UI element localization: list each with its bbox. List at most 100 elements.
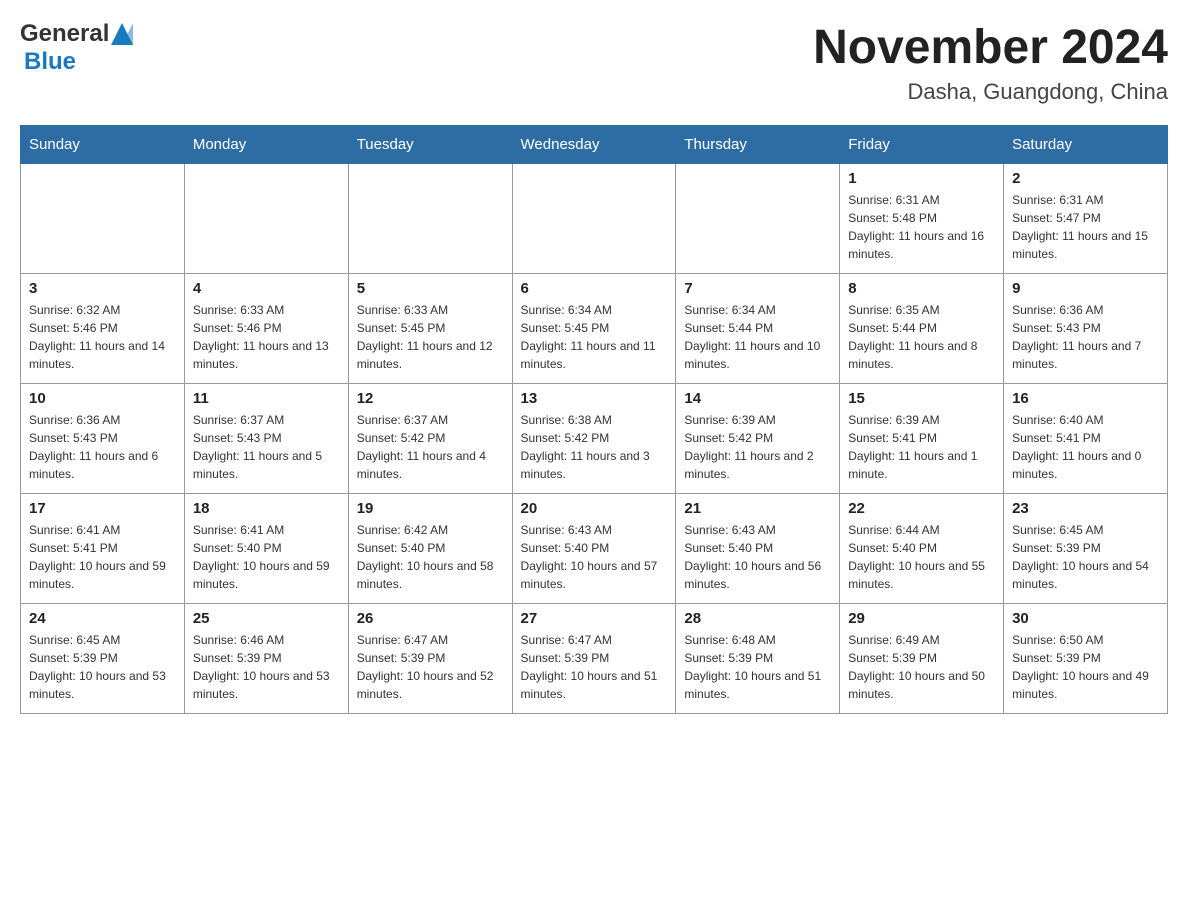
calendar-cell [21, 164, 185, 274]
calendar-cell: 14 Sunrise: 6:39 AM Sunset: 5:42 PM Dayli… [676, 384, 840, 494]
weekday-header-tuesday: Tuesday [348, 126, 512, 164]
day-info: Sunrise: 6:48 AM Sunset: 5:39 PM Dayligh… [684, 631, 831, 703]
calendar-header: SundayMondayTuesdayWednesdayThursdayFrid… [21, 126, 1168, 164]
day-number: 25 [193, 610, 340, 627]
weekday-header-friday: Friday [840, 126, 1004, 164]
day-number: 22 [848, 500, 995, 517]
day-info: Sunrise: 6:45 AM Sunset: 5:39 PM Dayligh… [29, 631, 176, 703]
day-number: 20 [521, 500, 668, 517]
calendar-cell [676, 164, 840, 274]
day-number: 6 [521, 280, 668, 297]
calendar-cell: 11 Sunrise: 6:37 AM Sunset: 5:43 PM Dayli… [184, 384, 348, 494]
day-number: 9 [1012, 280, 1159, 297]
page-header: General Blue November 2024 Dasha, Guangd… [20, 20, 1168, 105]
day-number: 7 [684, 280, 831, 297]
calendar-body: 1Sunrise: 6:31 AM Sunset: 5:48 PM Daylig… [21, 164, 1168, 714]
calendar-cell [512, 164, 676, 274]
day-number: 11 [193, 390, 340, 407]
calendar-cell: 16Sunrise: 6:40 AM Sunset: 5:41 PM Dayli… [1004, 384, 1168, 494]
calendar-cell: 21Sunrise: 6:43 AM Sunset: 5:40 PM Dayli… [676, 494, 840, 604]
day-number: 29 [848, 610, 995, 627]
calendar-cell: 25 Sunrise: 6:46 AM Sunset: 5:39 PM Dayli… [184, 604, 348, 714]
day-info: Sunrise: 6:46 AM Sunset: 5:39 PM Dayligh… [193, 631, 340, 703]
day-info: Sunrise: 6:39 AM Sunset: 5:42 PM Dayligh… [684, 411, 831, 483]
calendar-cell: 3 Sunrise: 6:32 AM Sunset: 5:46 PM Daylig… [21, 274, 185, 384]
weekday-header-thursday: Thursday [676, 126, 840, 164]
day-info: Sunrise: 6:37 AM Sunset: 5:43 PM Dayligh… [193, 411, 340, 483]
calendar-cell: 27 Sunrise: 6:47 AM Sunset: 5:39 PM Dayli… [512, 604, 676, 714]
logo-blue-text: Blue [24, 48, 76, 75]
day-number: 18 [193, 500, 340, 517]
weekday-header-monday: Monday [184, 126, 348, 164]
day-number: 3 [29, 280, 176, 297]
day-info: Sunrise: 6:34 AM Sunset: 5:44 PM Dayligh… [684, 301, 831, 373]
calendar-cell: 13Sunrise: 6:38 AM Sunset: 5:42 PM Dayli… [512, 384, 676, 494]
calendar-cell: 2Sunrise: 6:31 AM Sunset: 5:47 PM Daylig… [1004, 164, 1168, 274]
day-info: Sunrise: 6:35 AM Sunset: 5:44 PM Dayligh… [848, 301, 995, 373]
day-info: Sunrise: 6:36 AM Sunset: 5:43 PM Dayligh… [1012, 301, 1159, 373]
day-info: Sunrise: 6:36 AM Sunset: 5:43 PM Dayligh… [29, 411, 176, 483]
calendar-week-row: 17 Sunrise: 6:41 AM Sunset: 5:41 PM Dayli… [21, 494, 1168, 604]
weekday-header-sunday: Sunday [21, 126, 185, 164]
weekday-header-wednesday: Wednesday [512, 126, 676, 164]
day-number: 1 [848, 170, 995, 187]
calendar-cell: 29 Sunrise: 6:49 AM Sunset: 5:39 PM Dayli… [840, 604, 1004, 714]
logo-general-text: General [20, 20, 109, 48]
calendar-week-row: 3 Sunrise: 6:32 AM Sunset: 5:46 PM Daylig… [21, 274, 1168, 384]
day-info: Sunrise: 6:33 AM Sunset: 5:45 PM Dayligh… [357, 301, 504, 373]
day-info: Sunrise: 6:41 AM Sunset: 5:41 PM Dayligh… [29, 521, 176, 593]
day-info: Sunrise: 6:45 AM Sunset: 5:39 PM Dayligh… [1012, 521, 1159, 593]
location-title: Dasha, Guangdong, China [813, 79, 1168, 105]
calendar-week-row: 1Sunrise: 6:31 AM Sunset: 5:48 PM Daylig… [21, 164, 1168, 274]
day-number: 5 [357, 280, 504, 297]
logo-triangle-icon [111, 23, 133, 45]
day-info: Sunrise: 6:47 AM Sunset: 5:39 PM Dayligh… [357, 631, 504, 703]
calendar-cell: 1Sunrise: 6:31 AM Sunset: 5:48 PM Daylig… [840, 164, 1004, 274]
calendar-cell: 8 Sunrise: 6:35 AM Sunset: 5:44 PM Daylig… [840, 274, 1004, 384]
day-info: Sunrise: 6:40 AM Sunset: 5:41 PM Dayligh… [1012, 411, 1159, 483]
calendar-cell [184, 164, 348, 274]
day-info: Sunrise: 6:34 AM Sunset: 5:45 PM Dayligh… [521, 301, 668, 373]
day-number: 17 [29, 500, 176, 517]
day-number: 13 [521, 390, 668, 407]
calendar-cell: 15 Sunrise: 6:39 AM Sunset: 5:41 PM Dayli… [840, 384, 1004, 494]
day-number: 23 [1012, 500, 1159, 517]
calendar-cell: 17 Sunrise: 6:41 AM Sunset: 5:41 PM Dayli… [21, 494, 185, 604]
calendar-cell [348, 164, 512, 274]
day-info: Sunrise: 6:43 AM Sunset: 5:40 PM Dayligh… [521, 521, 668, 593]
day-info: Sunrise: 6:49 AM Sunset: 5:39 PM Dayligh… [848, 631, 995, 703]
calendar-week-row: 10Sunrise: 6:36 AM Sunset: 5:43 PM Dayli… [21, 384, 1168, 494]
calendar-cell: 10Sunrise: 6:36 AM Sunset: 5:43 PM Dayli… [21, 384, 185, 494]
day-number: 27 [521, 610, 668, 627]
calendar-cell: 12 Sunrise: 6:37 AM Sunset: 5:42 PM Dayli… [348, 384, 512, 494]
day-info: Sunrise: 6:44 AM Sunset: 5:40 PM Dayligh… [848, 521, 995, 593]
calendar-cell: 19Sunrise: 6:42 AM Sunset: 5:40 PM Dayli… [348, 494, 512, 604]
day-info: Sunrise: 6:39 AM Sunset: 5:41 PM Dayligh… [848, 411, 995, 483]
title-block: November 2024 Dasha, Guangdong, China [813, 20, 1168, 105]
day-number: 30 [1012, 610, 1159, 627]
day-number: 12 [357, 390, 504, 407]
day-info: Sunrise: 6:31 AM Sunset: 5:47 PM Dayligh… [1012, 191, 1159, 263]
calendar-cell: 4Sunrise: 6:33 AM Sunset: 5:46 PM Daylig… [184, 274, 348, 384]
day-number: 4 [193, 280, 340, 297]
day-info: Sunrise: 6:41 AM Sunset: 5:40 PM Dayligh… [193, 521, 340, 593]
calendar-table: SundayMondayTuesdayWednesdayThursdayFrid… [20, 125, 1168, 714]
calendar-cell: 28 Sunrise: 6:48 AM Sunset: 5:39 PM Dayli… [676, 604, 840, 714]
calendar-week-row: 24Sunrise: 6:45 AM Sunset: 5:39 PM Dayli… [21, 604, 1168, 714]
day-info: Sunrise: 6:37 AM Sunset: 5:42 PM Dayligh… [357, 411, 504, 483]
calendar-cell: 5 Sunrise: 6:33 AM Sunset: 5:45 PM Daylig… [348, 274, 512, 384]
day-number: 28 [684, 610, 831, 627]
day-number: 15 [848, 390, 995, 407]
calendar-cell: 22 Sunrise: 6:44 AM Sunset: 5:40 PM Dayli… [840, 494, 1004, 604]
calendar-cell: 18 Sunrise: 6:41 AM Sunset: 5:40 PM Dayli… [184, 494, 348, 604]
calendar-cell: 9 Sunrise: 6:36 AM Sunset: 5:43 PM Daylig… [1004, 274, 1168, 384]
day-number: 14 [684, 390, 831, 407]
day-number: 8 [848, 280, 995, 297]
month-title: November 2024 [813, 20, 1168, 75]
logo: General Blue [20, 20, 133, 76]
calendar-cell: 23 Sunrise: 6:45 AM Sunset: 5:39 PM Dayli… [1004, 494, 1168, 604]
calendar-cell: 24Sunrise: 6:45 AM Sunset: 5:39 PM Dayli… [21, 604, 185, 714]
day-info: Sunrise: 6:32 AM Sunset: 5:46 PM Dayligh… [29, 301, 176, 373]
day-number: 26 [357, 610, 504, 627]
day-info: Sunrise: 6:47 AM Sunset: 5:39 PM Dayligh… [521, 631, 668, 703]
